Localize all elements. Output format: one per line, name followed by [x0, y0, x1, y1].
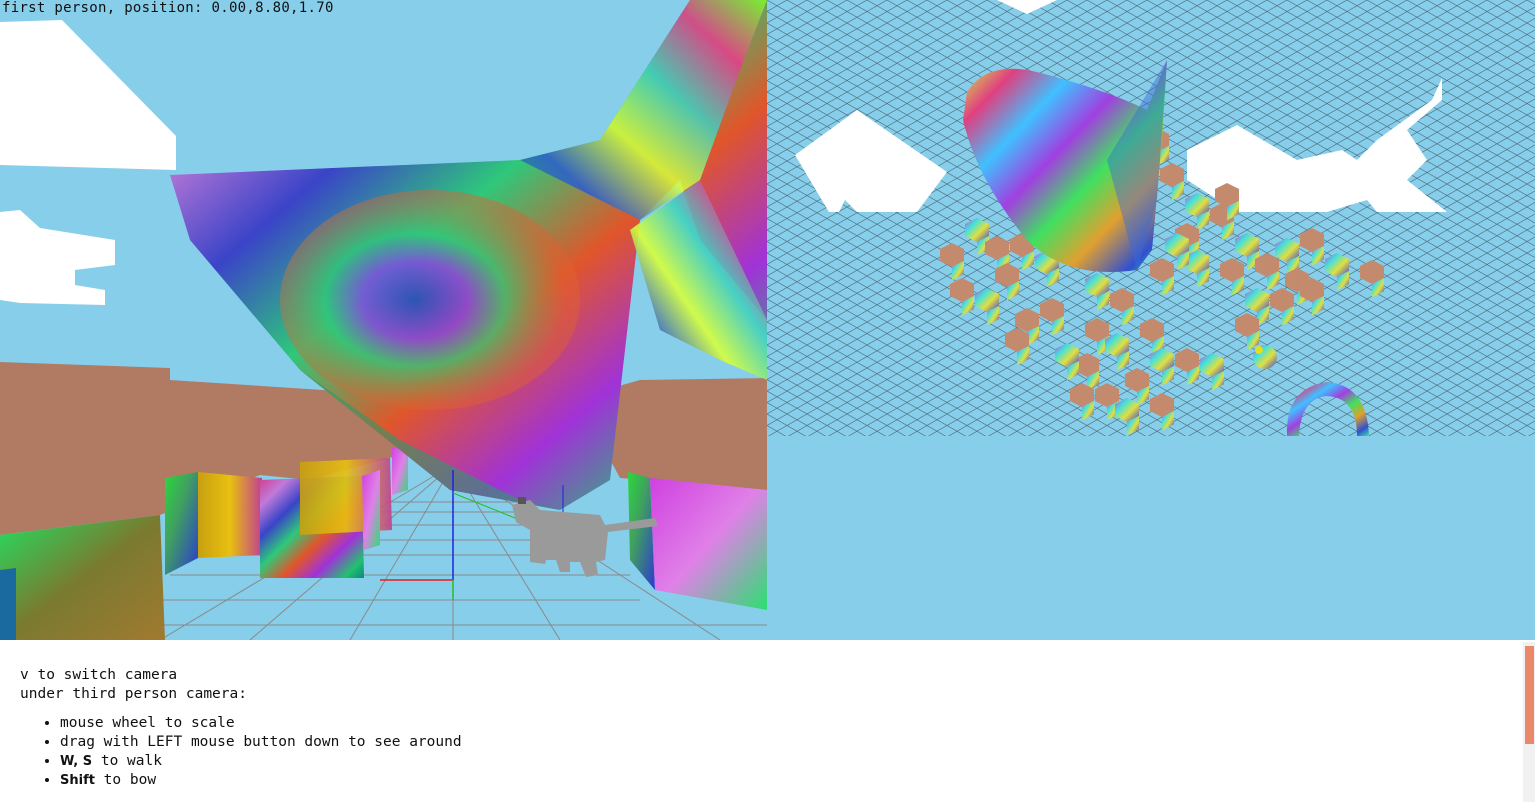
controls-list: mouse wheel to scale drag with LEFT mous… [20, 714, 462, 790]
page-scrollbar[interactable] [1523, 642, 1535, 802]
control-item: mouse wheel to scale [60, 714, 462, 733]
control-key: W, S [60, 754, 93, 769]
control-text: to walk [92, 753, 162, 769]
control-item: drag with LEFT mouse button down to see … [60, 733, 462, 752]
control-item: W, S to walk [60, 752, 462, 771]
control-key: Shift [60, 773, 95, 788]
horse-marker [1253, 345, 1277, 369]
camera-position-readout: first person, position: 0.00,8.80,1.70 [2, 0, 334, 16]
control-text: mouse wheel to scale [60, 715, 235, 731]
third-person-heading: under third person camera: [20, 686, 247, 702]
control-item: Shift to bow [60, 771, 462, 790]
control-text: drag with LEFT mouse button down to see … [60, 734, 462, 750]
control-text: to bow [94, 772, 157, 788]
first-person-viewport[interactable]: first person, position: 0.00,8.80,1.70 [0, 0, 767, 640]
switch-camera-hint: v to switch camera [20, 667, 178, 683]
controls-help: v to switch camera under third person ca… [20, 666, 462, 790]
first-person-scene [0, 0, 767, 640]
third-person-scene [767, 0, 1535, 436]
third-person-viewport[interactable] [767, 0, 1535, 640]
scrollbar-thumb[interactable] [1525, 646, 1534, 744]
